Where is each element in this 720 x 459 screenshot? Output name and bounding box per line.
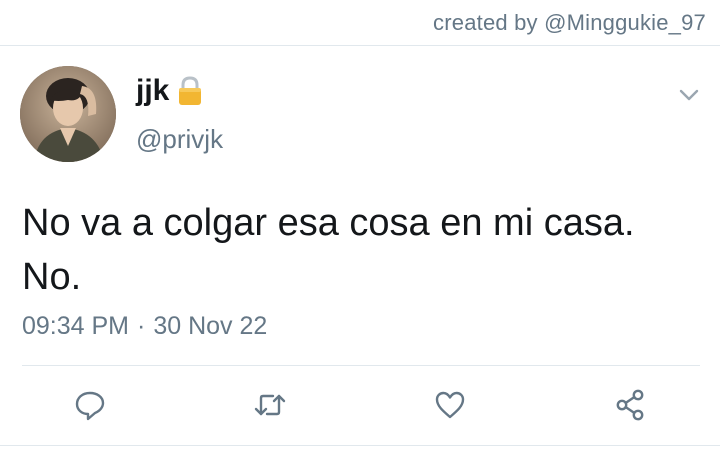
heart-icon: [435, 391, 465, 419]
watermark-text: created by @Minggukie_97: [433, 10, 706, 35]
tweet-text: No va a colgar esa cosa en mi casa. No.: [22, 202, 635, 298]
like-button[interactable]: [430, 385, 470, 425]
tweet-time: 09:34 PM: [22, 312, 130, 340]
avatar-photo: [20, 66, 116, 162]
share-button[interactable]: [610, 385, 650, 425]
share-icon: [616, 389, 644, 421]
bottom-divider: [0, 445, 720, 446]
avatar[interactable]: [20, 66, 116, 162]
handle[interactable]: @privjk: [136, 124, 223, 155]
watermark-bar: created by @Minggukie_97: [0, 0, 720, 46]
divider: [22, 365, 700, 366]
chevron-down-icon[interactable]: [678, 84, 700, 106]
timestamp-separator: ·: [137, 312, 146, 340]
tweet-date: 30 Nov 22: [153, 312, 268, 340]
retweet-icon: [254, 394, 286, 416]
display-name-row: jjk: [136, 74, 205, 108]
timestamp[interactable]: 09:34 PM · 30 Nov 22: [22, 312, 267, 341]
lock-icon: [175, 75, 205, 107]
reply-icon: [75, 391, 105, 421]
display-name[interactable]: jjk: [136, 74, 169, 108]
reply-button[interactable]: [70, 385, 110, 425]
retweet-button[interactable]: [250, 385, 290, 425]
